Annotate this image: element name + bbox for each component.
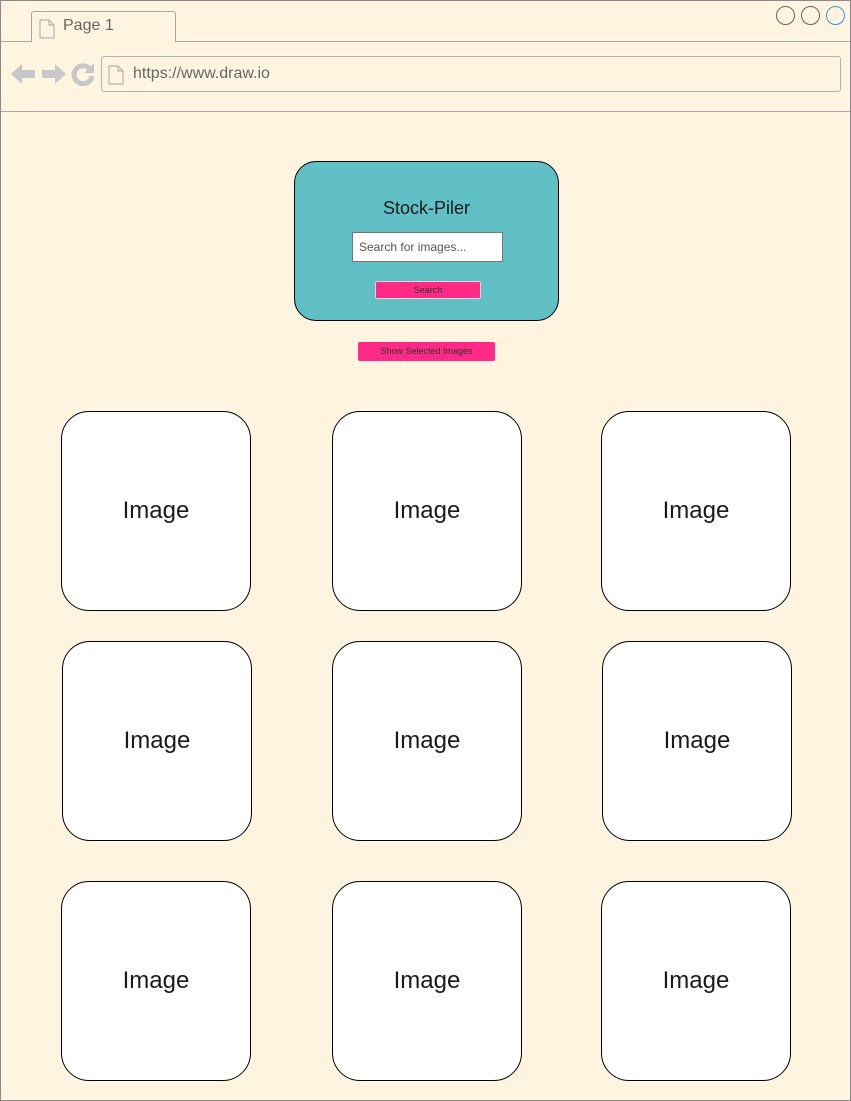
search-panel: Stock-Piler Search xyxy=(294,161,559,321)
forward-arrow-icon[interactable] xyxy=(41,62,66,91)
back-arrow-icon[interactable] xyxy=(11,62,36,91)
image-card[interactable]: Image xyxy=(601,881,791,1081)
search-button[interactable]: Search xyxy=(375,281,481,299)
image-card[interactable]: Image xyxy=(602,641,792,841)
reload-icon[interactable] xyxy=(71,62,95,91)
app-title: Stock-Piler xyxy=(382,198,471,218)
image-card[interactable]: Image xyxy=(332,881,522,1081)
toolbar-divider xyxy=(1,111,850,112)
search-input[interactable] xyxy=(352,232,503,262)
window-minimize-button[interactable] xyxy=(776,6,795,25)
show-selected-images-button[interactable]: Show Selected Images xyxy=(358,342,495,361)
browser-window: Page 1 https://www.draw.io Stock-Piler S… xyxy=(0,0,851,1101)
browser-tab[interactable]: Page 1 xyxy=(31,11,176,41)
url-text: https://www.draw.io xyxy=(133,65,270,82)
address-bar[interactable]: https://www.draw.io xyxy=(101,56,841,92)
window-maximize-button[interactable] xyxy=(801,6,820,25)
image-card[interactable]: Image xyxy=(62,641,252,841)
image-card[interactable]: Image xyxy=(332,411,522,611)
image-card[interactable]: Image xyxy=(61,411,251,611)
image-card[interactable]: Image xyxy=(332,641,522,841)
image-card[interactable]: Image xyxy=(601,411,791,611)
window-close-button[interactable] xyxy=(826,6,845,25)
image-card[interactable]: Image xyxy=(61,881,251,1081)
tab-label: Page 1 xyxy=(63,17,114,34)
document-icon xyxy=(108,65,124,90)
